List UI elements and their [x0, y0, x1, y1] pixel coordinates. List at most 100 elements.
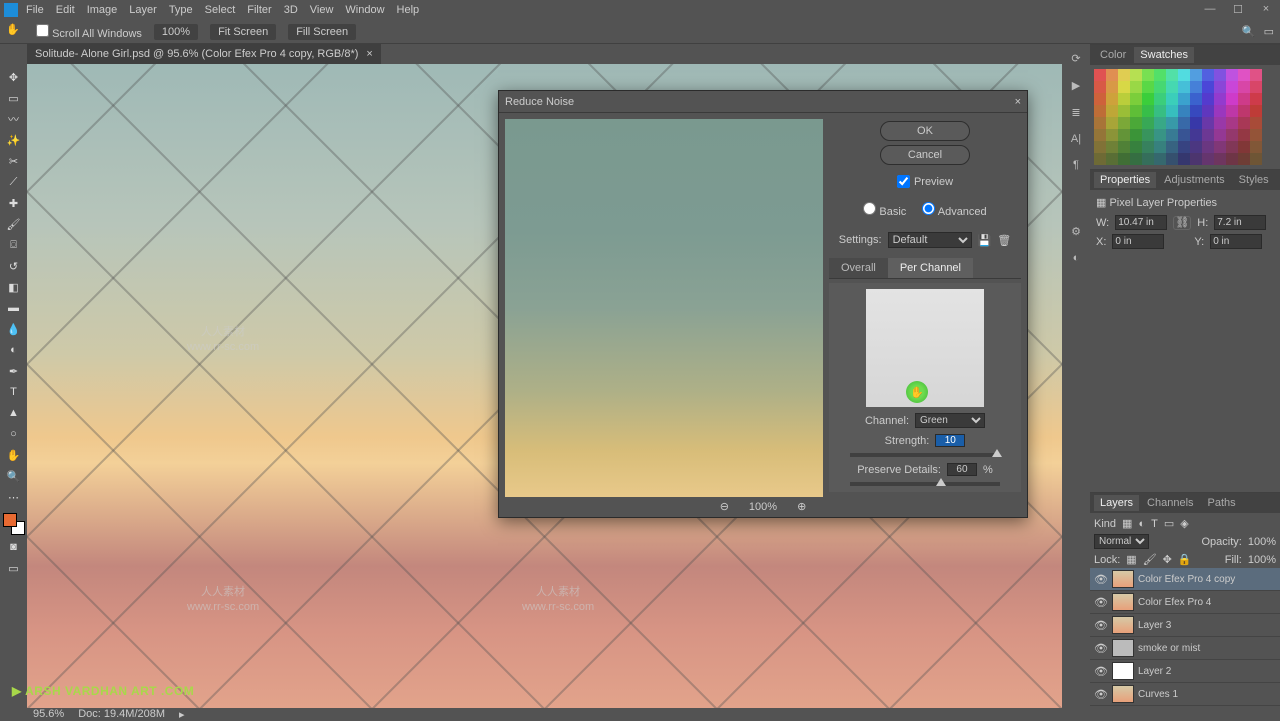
visibility-icon[interactable]: 👁	[1094, 665, 1108, 678]
history-brush-tool[interactable]: ↺	[3, 257, 25, 275]
width-input[interactable]	[1115, 215, 1167, 230]
swatch[interactable]	[1250, 105, 1262, 117]
properties-icon[interactable]: ⚙	[1071, 225, 1081, 238]
swatch[interactable]	[1106, 105, 1118, 117]
eyedropper-tool[interactable]: ⟋	[3, 173, 25, 191]
swatch[interactable]	[1190, 81, 1202, 93]
swatch[interactable]	[1166, 81, 1178, 93]
swatch[interactable]	[1202, 105, 1214, 117]
swatch[interactable]	[1094, 117, 1106, 129]
screenmode-tool[interactable]: ▭	[3, 559, 25, 577]
fit-screen-button[interactable]: Fit Screen	[210, 24, 276, 40]
swatch[interactable]	[1238, 141, 1250, 153]
menu-type[interactable]: Type	[169, 4, 193, 16]
menu-window[interactable]: Window	[345, 4, 384, 16]
swatch[interactable]	[1178, 105, 1190, 117]
swatch[interactable]	[1178, 129, 1190, 141]
styles-tab[interactable]: Styles	[1233, 172, 1275, 188]
menu-3d[interactable]: 3D	[284, 4, 298, 16]
advanced-radio[interactable]: Advanced	[922, 202, 986, 218]
opacity-value[interactable]: 100%	[1248, 536, 1276, 548]
menu-edit[interactable]: Edit	[56, 4, 75, 16]
swatch[interactable]	[1154, 105, 1166, 117]
lock-transparency-icon[interactable]: ▦	[1126, 553, 1136, 566]
filter-shape-icon[interactable]: ▭	[1164, 517, 1174, 530]
move-tool[interactable]: ✥	[3, 68, 25, 86]
fill-screen-button[interactable]: Fill Screen	[288, 24, 356, 40]
swatch[interactable]	[1154, 141, 1166, 153]
type-tool[interactable]: T	[3, 383, 25, 401]
character-icon[interactable]: A|	[1071, 133, 1081, 145]
swatch[interactable]	[1238, 153, 1250, 165]
menu-select[interactable]: Select	[205, 4, 236, 16]
search-icon[interactable]: 🔍	[1242, 25, 1256, 38]
swatch[interactable]	[1142, 129, 1154, 141]
blend-mode-select[interactable]: Normal	[1094, 534, 1149, 549]
swatch[interactable]	[1226, 141, 1238, 153]
visibility-icon[interactable]: 👁	[1094, 688, 1108, 701]
filter-type-icon[interactable]: T	[1151, 518, 1158, 530]
overall-tab[interactable]: Overall	[829, 258, 888, 278]
swatch[interactable]	[1238, 105, 1250, 117]
swatch[interactable]	[1250, 81, 1262, 93]
swatch[interactable]	[1142, 153, 1154, 165]
path-selection-tool[interactable]: ▲	[3, 404, 25, 422]
document-tab[interactable]: Solitude- Alone Girl.psd @ 95.6% (Color …	[27, 44, 381, 64]
swatch[interactable]	[1190, 105, 1202, 117]
history-icon[interactable]: ⟳	[1071, 52, 1080, 65]
swatch[interactable]	[1202, 141, 1214, 153]
menu-layer[interactable]: Layer	[129, 4, 157, 16]
swatches-body[interactable]	[1090, 65, 1280, 169]
dialog-titlebar[interactable]: Reduce Noise ×	[499, 91, 1027, 113]
swatch[interactable]	[1250, 117, 1262, 129]
layer-row[interactable]: 👁 smoke or mist	[1090, 637, 1280, 660]
swatch[interactable]	[1250, 69, 1262, 81]
swatch[interactable]	[1118, 141, 1130, 153]
swatch[interactable]	[1118, 105, 1130, 117]
strength-slider[interactable]	[850, 453, 1000, 457]
swatch[interactable]	[1226, 105, 1238, 117]
layer-thumbnail[interactable]	[1112, 639, 1134, 657]
layer-thumbnail[interactable]	[1112, 616, 1134, 634]
filter-pixel-icon[interactable]: ▦	[1122, 517, 1132, 530]
layer-row[interactable]: 👁 Layer 2	[1090, 660, 1280, 683]
swatch[interactable]	[1250, 141, 1262, 153]
swatch[interactable]	[1094, 105, 1106, 117]
layer-row[interactable]: 👁 Curves 1	[1090, 683, 1280, 706]
lock-pixels-icon[interactable]: 🖌	[1143, 553, 1157, 566]
scroll-all-checkbox[interactable]: Scroll All Windows	[36, 24, 142, 40]
menu-image[interactable]: Image	[87, 4, 118, 16]
zoom-out-icon[interactable]: ⊖	[720, 500, 729, 513]
adjustments-icon[interactable]: ◐	[1073, 252, 1080, 264]
swatch[interactable]	[1202, 117, 1214, 129]
lasso-tool[interactable]: 〰	[3, 110, 25, 128]
paragraph-icon[interactable]: ¶	[1073, 159, 1079, 171]
swatch[interactable]	[1094, 153, 1106, 165]
swatch[interactable]	[1202, 153, 1214, 165]
color-tab[interactable]: Color	[1094, 47, 1132, 63]
swatch[interactable]	[1202, 69, 1214, 81]
swatch[interactable]	[1214, 105, 1226, 117]
swatch[interactable]	[1154, 153, 1166, 165]
swatch[interactable]	[1094, 93, 1106, 105]
swatch[interactable]	[1130, 105, 1142, 117]
swatch[interactable]	[1178, 69, 1190, 81]
paths-tab[interactable]: Paths	[1202, 495, 1242, 511]
swatch[interactable]	[1118, 153, 1130, 165]
swatch[interactable]	[1238, 69, 1250, 81]
zoom-100-button[interactable]: 100%	[154, 24, 198, 40]
layer-row[interactable]: 👁 Color Efex Pro 4 copy	[1090, 568, 1280, 591]
swatch[interactable]	[1154, 69, 1166, 81]
preserve-details-input[interactable]	[947, 463, 977, 476]
swatch[interactable]	[1178, 93, 1190, 105]
swatch[interactable]	[1178, 117, 1190, 129]
close-button[interactable]: ×	[1252, 0, 1280, 18]
swatch[interactable]	[1154, 93, 1166, 105]
height-input[interactable]	[1214, 215, 1266, 230]
swatch[interactable]	[1106, 153, 1118, 165]
swatch[interactable]	[1190, 141, 1202, 153]
zoom-tool[interactable]: 🔍	[3, 467, 25, 485]
settings-select[interactable]: Default	[888, 232, 972, 248]
swatch[interactable]	[1118, 69, 1130, 81]
magic-wand-tool[interactable]: ✨	[3, 131, 25, 149]
